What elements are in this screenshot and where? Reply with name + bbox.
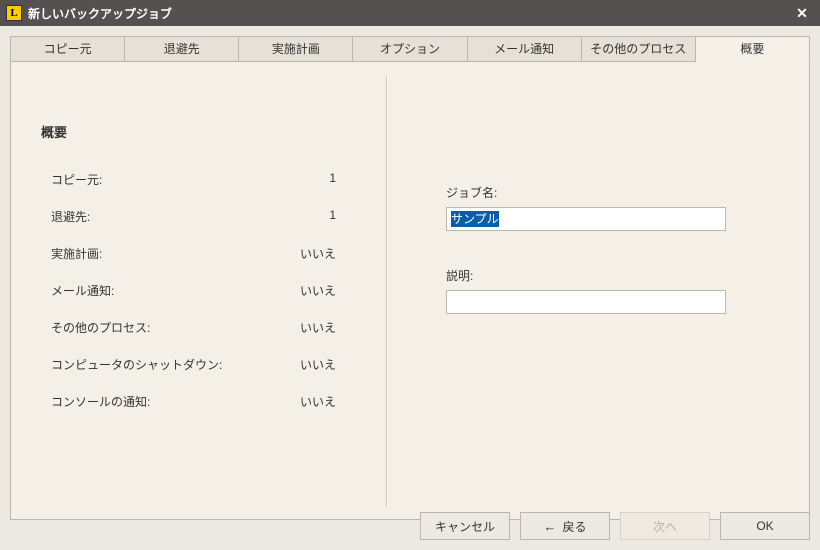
footer-buttons: キャンセル ← 戻る 次へ OK <box>420 512 810 540</box>
job-name-group: ジョブ名: サンプル <box>446 184 779 231</box>
summary-label-destination: 退避先: <box>51 208 251 225</box>
titlebar: L 新しいバックアップジョブ ✕ <box>0 0 820 26</box>
button-label: キャンセル <box>435 518 495 535</box>
ok-button[interactable]: OK <box>720 512 810 540</box>
tab-summary[interactable]: 概要 <box>696 36 810 62</box>
summary-label-mail: メール通知: <box>51 282 251 299</box>
description-group: 説明: <box>446 267 779 314</box>
summary-row: その他のプロセス: いいえ <box>51 319 366 336</box>
summary-value-destination: 1 <box>251 208 366 225</box>
window-title: 新しいバックアップジョブ <box>28 5 790 22</box>
tab-copy-source[interactable]: コピー元 <box>11 36 125 62</box>
summary-label-schedule: 実施計画: <box>51 245 251 262</box>
summary-value-other-processes: いいえ <box>251 319 366 336</box>
summary-value-schedule: いいえ <box>251 245 366 262</box>
tab-other-processes[interactable]: その他のプロセス <box>582 36 696 62</box>
tab-label: その他のプロセス <box>590 42 686 56</box>
app-icon: L <box>6 5 22 21</box>
summary-value-mail: いいえ <box>251 282 366 299</box>
close-icon[interactable]: ✕ <box>790 1 814 25</box>
job-fields-column: ジョブ名: サンプル 説明: <box>446 122 779 507</box>
summary-row: コンピュータのシャットダウン: いいえ <box>51 356 366 373</box>
tab-label: コピー元 <box>44 42 92 56</box>
next-button: 次へ <box>620 512 710 540</box>
tab-label: オプション <box>380 42 440 56</box>
job-name-selected-text: サンプル <box>451 211 499 227</box>
description-label: 説明: <box>446 267 779 284</box>
vertical-divider <box>386 76 388 507</box>
summary-row: コンソールの通知: いいえ <box>51 393 366 410</box>
tab-label: 退避先 <box>164 42 200 56</box>
summary-row: 実施計画: いいえ <box>51 245 366 262</box>
summary-label-shutdown: コンピュータのシャットダウン: <box>51 356 251 373</box>
description-input[interactable] <box>446 290 726 314</box>
summary-label-console-notify: コンソールの通知: <box>51 393 251 410</box>
summary-value-copy-source: 1 <box>251 171 366 188</box>
tab-label: 実施計画 <box>272 42 320 56</box>
summary-column: 概要 コピー元: 1 退避先: 1 実施計画: いいえ メール通知: いいえ <box>41 122 386 507</box>
arrow-left-icon: ← <box>543 519 556 534</box>
summary-value-shutdown: いいえ <box>251 356 366 373</box>
tab-mail[interactable]: メール通知 <box>468 36 582 62</box>
tab-label: 概要 <box>740 42 764 56</box>
cancel-button[interactable]: キャンセル <box>420 512 510 540</box>
tab-label: メール通知 <box>494 42 554 56</box>
summary-label-other-processes: その他のプロセス: <box>51 319 251 336</box>
button-label: OK <box>756 519 773 533</box>
tab-schedule[interactable]: 実施計画 <box>239 36 353 62</box>
job-name-label: ジョブ名: <box>446 184 779 201</box>
button-label: 戻る <box>562 518 586 535</box>
summary-heading: 概要 <box>41 122 366 141</box>
summary-row: 退避先: 1 <box>51 208 366 225</box>
tab-options[interactable]: オプション <box>353 36 467 62</box>
summary-value-console-notify: いいえ <box>251 393 366 410</box>
tab-panel-summary: 概要 コピー元: 1 退避先: 1 実施計画: いいえ メール通知: いいえ <box>10 62 810 520</box>
summary-row: コピー元: 1 <box>51 171 366 188</box>
job-name-input[interactable]: サンプル <box>446 207 726 231</box>
summary-label-copy-source: コピー元: <box>51 171 251 188</box>
summary-row: メール通知: いいえ <box>51 282 366 299</box>
button-label: 次へ <box>653 518 677 535</box>
tab-destination[interactable]: 退避先 <box>125 36 239 62</box>
tabstrip: コピー元 退避先 実施計画 オプション メール通知 その他のプロセス 概要 <box>10 36 810 62</box>
dialog-content: コピー元 退避先 実施計画 オプション メール通知 その他のプロセス 概要 概要… <box>0 26 820 550</box>
back-button[interactable]: ← 戻る <box>520 512 610 540</box>
